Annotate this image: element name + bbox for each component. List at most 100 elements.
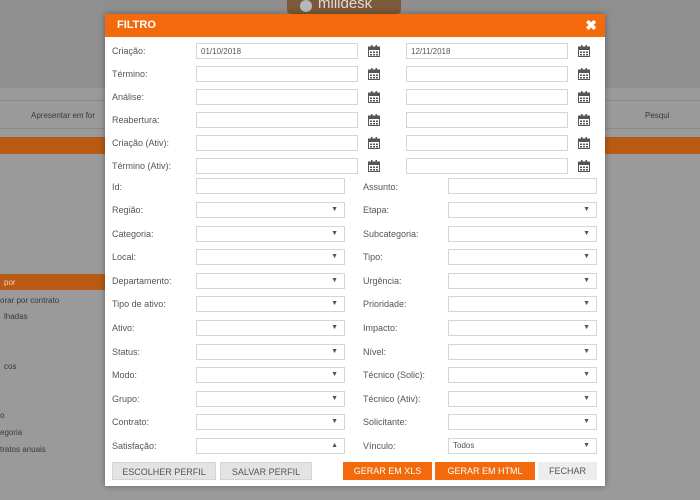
select-dropdown[interactable]: ▼ [196, 390, 345, 407]
gerar-html-button[interactable]: GERAR EM HTML [435, 462, 535, 480]
calendar-icon[interactable] [578, 68, 590, 80]
assunto-input[interactable] [448, 178, 597, 194]
select-label: Impacto: [363, 323, 398, 333]
date-to-input[interactable] [406, 43, 568, 59]
select-label: Etapa: [363, 205, 390, 215]
chevron-down-icon: ▼ [583, 442, 590, 449]
select-label: Região: [112, 205, 144, 215]
calendar-icon[interactable] [368, 45, 380, 57]
date-from-input[interactable] [196, 43, 358, 59]
calendar-icon[interactable] [578, 160, 590, 172]
select-label: Prioridade: [363, 299, 407, 310]
date-label: Reabertura: [112, 115, 160, 125]
select-dropdown[interactable]: ▼ [196, 272, 345, 289]
select-label: Contrato: [112, 417, 150, 428]
calendar-icon[interactable] [368, 137, 380, 149]
date-to-input[interactable] [406, 89, 568, 105]
logo-icon [300, 0, 312, 12]
chevron-down-icon: ▼ [583, 206, 590, 213]
background-side-item: orar por contrato [0, 296, 60, 305]
select-label: Tipo de ativo: [112, 299, 166, 310]
select-dropdown[interactable]: ▼ [448, 225, 597, 242]
chevron-down-icon: ▼ [583, 347, 590, 355]
calendar-icon[interactable] [368, 114, 380, 126]
date-to-input[interactable] [406, 66, 568, 82]
select-dropdown[interactable]: ▼ [196, 202, 345, 218]
background-side-item: o [0, 411, 5, 420]
select-dropdown[interactable]: ▼ [448, 249, 597, 266]
salvar-perfil-button[interactable]: SALVAR PERFIL [220, 462, 312, 480]
select-dropdown[interactable]: ▼ [196, 343, 345, 360]
select-dropdown[interactable]: ▼ [448, 320, 597, 336]
escolher-perfil-button[interactable]: ESCOLHER PERFIL [112, 462, 216, 480]
chevron-down-icon: ▼ [331, 300, 338, 308]
select-label: Categoria: [112, 228, 154, 239]
select-dropdown[interactable]: ▼ [196, 320, 345, 336]
background-side-item: cos [4, 362, 17, 371]
gerar-xls-button[interactable]: GERAR EM XLS [343, 462, 432, 480]
select-dropdown[interactable]: ▼ [448, 296, 597, 313]
select-dropdown[interactable]: Todos ▼ [448, 438, 597, 454]
select-dropdown[interactable]: ▼ [196, 249, 345, 266]
date-from-input[interactable] [196, 89, 358, 105]
id-input[interactable] [196, 178, 345, 194]
calendar-icon[interactable] [368, 160, 380, 172]
chevron-down-icon: ▼ [331, 371, 338, 379]
chevron-down-icon: ▼ [331, 394, 338, 402]
select-dropdown[interactable]: ▼ [448, 272, 597, 289]
calendar-icon[interactable] [578, 45, 590, 57]
date-label: Término: [112, 69, 148, 79]
select-label: Tipo: [363, 252, 383, 263]
select-value: Todos [453, 441, 475, 450]
calendar-icon[interactable] [578, 114, 590, 126]
date-from-input[interactable] [196, 112, 358, 128]
background-side-item: lhadas [4, 312, 28, 321]
calendar-icon[interactable] [368, 91, 380, 103]
select-label: Técnico (Solic): [363, 370, 426, 381]
select-dropdown[interactable]: ▼ [196, 225, 345, 242]
date-label: Criação (Ativ): [112, 138, 170, 148]
date-to-input[interactable] [406, 112, 568, 128]
background-apresentar-option: Apresentar em for [31, 111, 96, 120]
select-label: Solicitante: [363, 417, 408, 428]
select-dropdown[interactable]: ▼ [448, 343, 597, 360]
select-label: Grupo: [112, 393, 140, 404]
chevron-down-icon: ▼ [331, 324, 338, 331]
select-label: Subcategoria: [363, 228, 419, 239]
close-icon[interactable]: ✖ [585, 17, 597, 34]
background-side-item: egoria [0, 428, 23, 437]
date-from-input[interactable] [196, 66, 358, 82]
select-dropdown[interactable]: ▼ [196, 367, 345, 384]
select-label: Técnico (Ativ): [363, 393, 421, 404]
select-dropdown[interactable]: ▲ [196, 438, 345, 454]
date-label: Criação: [112, 46, 146, 56]
select-dropdown[interactable]: ▼ [448, 390, 597, 407]
chevron-down-icon: ▼ [331, 276, 338, 284]
background-side-item: tratos anuais [0, 445, 46, 454]
date-label: Análise: [112, 92, 145, 102]
date-from-input[interactable] [196, 158, 358, 174]
select-dropdown[interactable]: ▼ [196, 414, 345, 431]
calendar-icon[interactable] [578, 91, 590, 103]
date-from-input[interactable] [196, 135, 358, 151]
select-dropdown[interactable]: ▼ [196, 296, 345, 313]
select-dropdown[interactable]: ▼ [448, 367, 597, 384]
select-label: Urgência: [363, 275, 402, 286]
calendar-icon[interactable] [368, 68, 380, 80]
date-to-input[interactable] [406, 135, 568, 151]
logo-text: milldesk [318, 0, 373, 12]
date-to-input[interactable] [406, 158, 568, 174]
select-label: Local: [112, 252, 137, 263]
select-dropdown[interactable]: ▼ [448, 414, 597, 431]
select-dropdown[interactable]: ▼ [448, 202, 597, 218]
fechar-button[interactable]: FECHAR [538, 462, 597, 480]
chevron-down-icon: ▼ [331, 418, 338, 426]
date-label: Término (Ativ): [112, 161, 172, 171]
chevron-up-icon: ▲ [331, 442, 338, 449]
select-label: Vínculo: [363, 441, 396, 451]
chevron-down-icon: ▼ [583, 300, 590, 308]
select-label: Status: [112, 346, 141, 357]
calendar-icon[interactable] [578, 137, 590, 149]
select-label: Ativo: [112, 323, 135, 333]
chevron-down-icon: ▼ [583, 371, 590, 379]
